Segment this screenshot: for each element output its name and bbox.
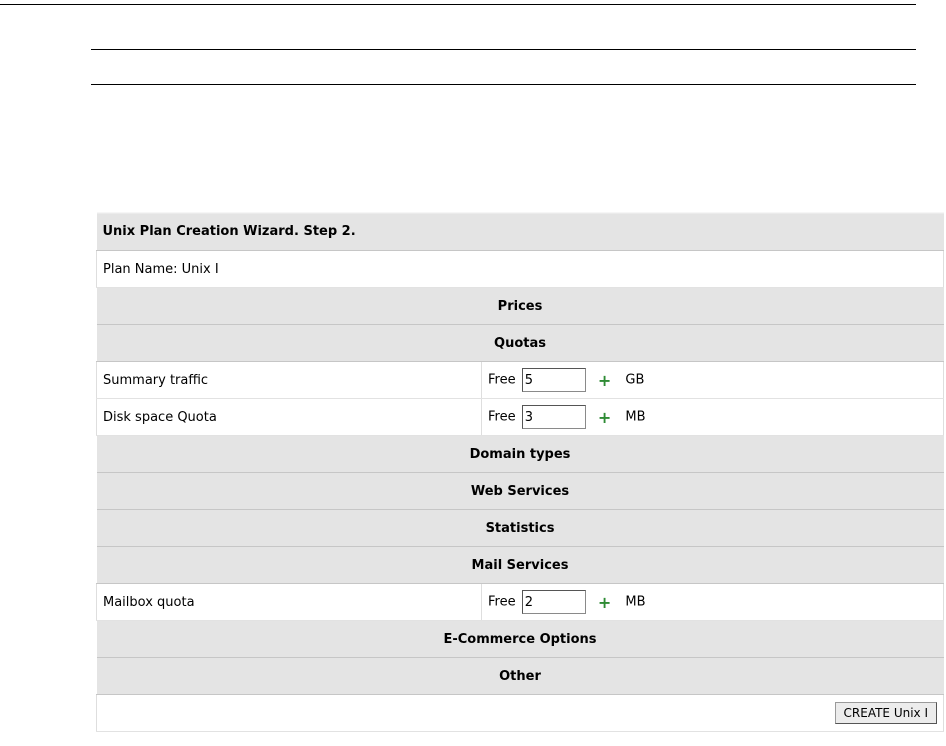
section-statistics-label[interactable]: Statistics <box>96 509 944 547</box>
disk-space-quota-input[interactable] <box>521 405 586 429</box>
section-quotas-label[interactable]: Quotas <box>96 324 944 362</box>
button-cell: CREATE Unix I <box>96 694 944 732</box>
quota-label: Summary traffic <box>96 361 482 399</box>
section-ecommerce-label[interactable]: E-Commerce Options <box>96 620 944 658</box>
mailbox-quota-input[interactable] <box>521 590 586 614</box>
quota-row-summary-traffic: Summary traffic Free + GB <box>96 361 944 399</box>
wizard-header-row: Unix Plan Creation Wizard. Step 2. <box>96 212 944 251</box>
plus-icon[interactable]: + <box>598 408 611 427</box>
unit-label: GB <box>625 372 645 388</box>
plan-name: Plan Name: Unix I <box>96 250 944 288</box>
plus-icon[interactable]: + <box>598 371 611 390</box>
section-domain-types[interactable]: Domain types <box>96 435 944 473</box>
free-label: Free <box>488 409 516 425</box>
top-rule <box>0 4 916 5</box>
wizard-title: Unix Plan Creation Wizard. Step 2. <box>96 212 944 251</box>
section-prices[interactable]: Prices <box>96 287 944 325</box>
section-mail-services-label[interactable]: Mail Services <box>96 546 944 584</box>
quota-label: Disk space Quota <box>96 398 482 436</box>
section-prices-label[interactable]: Prices <box>96 287 944 325</box>
section-mail-services[interactable]: Mail Services <box>96 546 944 584</box>
plus-icon[interactable]: + <box>598 593 611 612</box>
quota-value-cell: Free + MB <box>481 583 944 621</box>
section-other[interactable]: Other <box>96 657 944 695</box>
section-statistics[interactable]: Statistics <box>96 509 944 547</box>
plan-wizard-table: Unix Plan Creation Wizard. Step 2. Plan … <box>96 212 944 732</box>
section-quotas[interactable]: Quotas <box>96 324 944 362</box>
free-label: Free <box>488 372 516 388</box>
header-rule-lower <box>91 84 916 85</box>
quota-label: Mailbox quota <box>96 583 482 621</box>
free-label: Free <box>488 594 516 610</box>
quota-value-cell: Free + MB <box>481 398 944 436</box>
plan-name-row: Plan Name: Unix I <box>96 250 944 288</box>
header-rule-upper <box>91 49 916 50</box>
summary-traffic-input[interactable] <box>521 368 586 392</box>
quota-row-disk-space: Disk space Quota Free + MB <box>96 398 944 436</box>
quota-row-mailbox: Mailbox quota Free + MB <box>96 583 944 621</box>
button-row: CREATE Unix I <box>96 694 944 732</box>
section-web-services-label[interactable]: Web Services <box>96 472 944 510</box>
quota-value-cell: Free + GB <box>481 361 944 399</box>
section-ecommerce[interactable]: E-Commerce Options <box>96 620 944 658</box>
create-plan-button[interactable]: CREATE Unix I <box>834 702 937 724</box>
section-other-label[interactable]: Other <box>96 657 944 695</box>
section-web-services[interactable]: Web Services <box>96 472 944 510</box>
unit-label: MB <box>625 409 646 425</box>
unit-label: MB <box>625 594 646 610</box>
section-domain-types-label[interactable]: Domain types <box>96 435 944 473</box>
